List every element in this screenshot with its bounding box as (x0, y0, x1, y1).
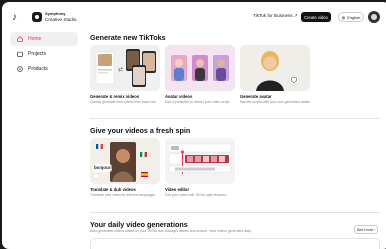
box-icon (17, 66, 23, 72)
card-description: Narrate scripts with your own generated … (240, 100, 310, 104)
top-bar: ♪ Symphony Creative Studio TikTok for Bu… (2, 2, 386, 30)
section-divider (90, 118, 380, 119)
spin-cards: bonjour! Translate & dub videos Translat… (90, 138, 235, 197)
brand-name: Symphony (45, 11, 66, 16)
card-title: Avatar videos (165, 94, 193, 99)
generate-avatar-thumbnail (240, 45, 310, 91)
user-avatar[interactable] (368, 11, 380, 23)
card-avatar-videos[interactable]: Avatar videos Add a presenter to deliver… (165, 45, 235, 104)
home-icon (17, 36, 23, 42)
tiktok-for-business-link[interactable]: TikTok for Business ↗ (253, 13, 298, 19)
generate-cards: ⇄ Generate & remix videos Quickly genera… (90, 45, 310, 104)
card-video-editor[interactable]: Video editor Edit your video with TikTok… (165, 138, 235, 197)
symphony-logo-icon (32, 12, 42, 22)
card-title: Generate & remix videos (90, 94, 140, 99)
sidebar-item-products[interactable]: Products (10, 62, 78, 76)
svg-text:⇄: ⇄ (118, 66, 123, 73)
card-description: Translate your video for different langu… (90, 193, 156, 197)
sidebar: Home Projects Products (10, 32, 78, 77)
language-selector[interactable]: ◍ English (338, 12, 364, 22)
card-description: Quickly generate new videos from base in… (90, 100, 156, 104)
card-title: Generate avatar (240, 94, 272, 99)
card-title: Translate & dub videos (90, 187, 136, 192)
card-description: Edit your video with TikTok-style featur… (165, 193, 227, 197)
daily-generations-panel (90, 238, 380, 249)
create-video-button[interactable]: Create video (301, 12, 331, 22)
globe-icon: ◍ (341, 14, 346, 20)
brand-subtitle: Creative Studio (45, 17, 77, 22)
section-title-spin: Give your videos a fresh spin (90, 126, 191, 135)
card-translate-dub[interactable]: bonjour! Translate & dub videos Translat… (90, 138, 160, 197)
language-label: English (347, 14, 361, 20)
chevron-right-icon: › (374, 227, 376, 232)
video-editor-thumbnail (165, 138, 235, 184)
card-generate-remix[interactable]: ⇄ Generate & remix videos Quickly genera… (90, 45, 160, 104)
card-title: Video editor (165, 187, 190, 192)
card-generate-avatar[interactable]: Generate avatar Narrate scripts with you… (240, 45, 310, 104)
section-divider (90, 212, 380, 213)
card-description: Add a presenter to deliver your video sc… (165, 100, 230, 104)
app-window: ♪ Symphony Creative Studio TikTok for Bu… (2, 2, 386, 249)
avatar-videos-thumbnail (165, 45, 235, 91)
sidebar-item-label: Home (28, 36, 42, 42)
sidebar-item-home[interactable]: Home (10, 32, 78, 46)
section-title-daily: Your daily video generations (90, 220, 188, 229)
generate-remix-thumbnail: ⇄ (90, 45, 160, 91)
folder-icon (17, 51, 23, 57)
section-title-generate: Generate new TikToks (90, 33, 166, 42)
section-description-daily: Auto-generated videos based on your TikT… (90, 229, 252, 233)
see-more-button[interactable]: See more › (354, 225, 378, 234)
sidebar-item-label: Products (28, 66, 48, 72)
translate-dub-thumbnail: bonjour! (90, 138, 160, 184)
see-more-label: See more (356, 227, 374, 232)
sidebar-item-projects[interactable]: Projects (10, 47, 78, 61)
tiktok-logo-icon[interactable]: ♪ (12, 12, 17, 23)
sidebar-item-label: Projects (28, 51, 47, 57)
translation-overlay-text: bonjour! (94, 165, 112, 170)
